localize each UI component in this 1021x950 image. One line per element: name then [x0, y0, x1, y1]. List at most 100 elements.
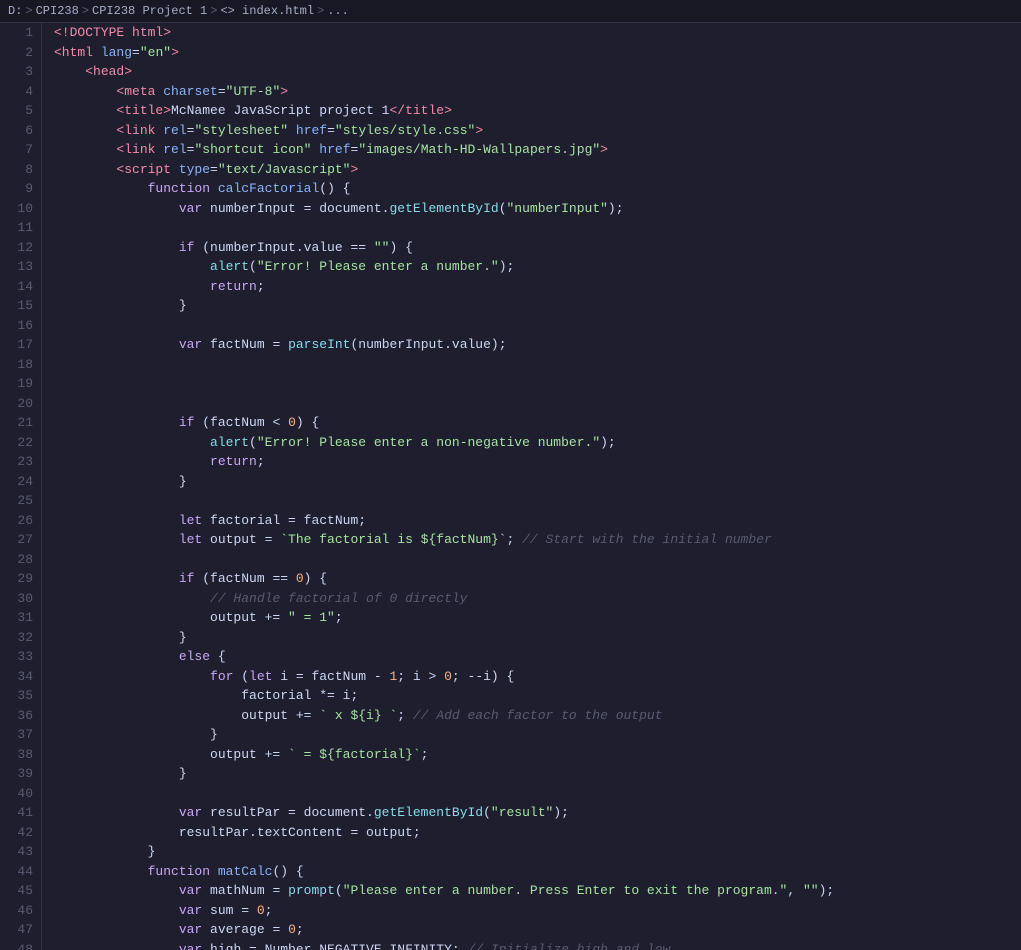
- code-line: [54, 355, 1021, 375]
- line-number: 27: [4, 530, 33, 550]
- line-number: 23: [4, 452, 33, 472]
- line-number: 31: [4, 608, 33, 628]
- line-number: 32: [4, 628, 33, 648]
- code-line: [54, 374, 1021, 394]
- code-line: if (factNum < 0) {: [54, 413, 1021, 433]
- code-line: if (factNum == 0) {: [54, 569, 1021, 589]
- line-number: 28: [4, 550, 33, 570]
- line-number: 46: [4, 901, 33, 921]
- line-number: 36: [4, 706, 33, 726]
- line-number: 22: [4, 433, 33, 453]
- code-line: for (let i = factNum - 1; i > 0; --i) {: [54, 667, 1021, 687]
- breadcrumb-item: D:: [8, 4, 22, 18]
- line-number: 3: [4, 62, 33, 82]
- line-number: 18: [4, 355, 33, 375]
- code-editor: 1234567891011121314151617181920212223242…: [0, 23, 1021, 950]
- line-number: 44: [4, 862, 33, 882]
- code-line: var factNum = parseInt(numberInput.value…: [54, 335, 1021, 355]
- code-line: [54, 218, 1021, 238]
- line-number: 39: [4, 764, 33, 784]
- line-number: 13: [4, 257, 33, 277]
- code-line: <script type="text/Javascript">: [54, 160, 1021, 180]
- code-line: function matCalc() {: [54, 862, 1021, 882]
- code-line: resultPar.textContent = output;: [54, 823, 1021, 843]
- line-number: 4: [4, 82, 33, 102]
- code-line: var average = 0;: [54, 920, 1021, 940]
- line-number: 12: [4, 238, 33, 258]
- code-line: output += ` = ${factorial}`;: [54, 745, 1021, 765]
- line-number: 16: [4, 316, 33, 336]
- line-number: 26: [4, 511, 33, 531]
- code-line: var numberInput = document.getElementByI…: [54, 199, 1021, 219]
- code-line: [54, 316, 1021, 336]
- line-number: 14: [4, 277, 33, 297]
- line-number: 20: [4, 394, 33, 414]
- code-line: return;: [54, 452, 1021, 472]
- line-number: 24: [4, 472, 33, 492]
- line-number: 11: [4, 218, 33, 238]
- line-number: 41: [4, 803, 33, 823]
- code-line: let output = `The factorial is ${factNum…: [54, 530, 1021, 550]
- code-line: }: [54, 725, 1021, 745]
- code-line: if (numberInput.value == "") {: [54, 238, 1021, 258]
- line-number: 17: [4, 335, 33, 355]
- line-number: 6: [4, 121, 33, 141]
- code-line: factorial *= i;: [54, 686, 1021, 706]
- line-number: 9: [4, 179, 33, 199]
- code-line: output += ` x ${i} `; // Add each factor…: [54, 706, 1021, 726]
- code-line: <html lang="en">: [54, 43, 1021, 63]
- code-line: else {: [54, 647, 1021, 667]
- line-number: 25: [4, 491, 33, 511]
- line-number: 15: [4, 296, 33, 316]
- code-line: return;: [54, 277, 1021, 297]
- code-line: [54, 394, 1021, 414]
- line-number: 37: [4, 725, 33, 745]
- breadcrumb-item: ...: [327, 4, 349, 18]
- code-line: }: [54, 296, 1021, 316]
- code-line: var mathNum = prompt("Please enter a num…: [54, 881, 1021, 901]
- code-line: var resultPar = document.getElementById(…: [54, 803, 1021, 823]
- breadcrumb-item: <> index.html: [220, 4, 314, 18]
- line-number: 8: [4, 160, 33, 180]
- code-line: [54, 784, 1021, 804]
- code-line: <head>: [54, 62, 1021, 82]
- code-line: var sum = 0;: [54, 901, 1021, 921]
- line-number: 7: [4, 140, 33, 160]
- line-number: 5: [4, 101, 33, 121]
- code-line: alert("Error! Please enter a number.");: [54, 257, 1021, 277]
- line-number: 42: [4, 823, 33, 843]
- line-number: 33: [4, 647, 33, 667]
- code-line: }: [54, 842, 1021, 862]
- code-line: }: [54, 764, 1021, 784]
- breadcrumb-item: CPI238: [36, 4, 79, 18]
- line-number: 48: [4, 940, 33, 950]
- code-line: }: [54, 472, 1021, 492]
- line-number-gutter: 1234567891011121314151617181920212223242…: [0, 23, 42, 950]
- code-line: let factorial = factNum;: [54, 511, 1021, 531]
- code-line: [54, 491, 1021, 511]
- code-line: function calcFactorial() {: [54, 179, 1021, 199]
- line-number: 21: [4, 413, 33, 433]
- line-number: 30: [4, 589, 33, 609]
- line-number: 45: [4, 881, 33, 901]
- line-number: 35: [4, 686, 33, 706]
- line-number: 1: [4, 23, 33, 43]
- code-line: <link rel="stylesheet" href="styles/styl…: [54, 121, 1021, 141]
- code-line: alert("Error! Please enter a non-negativ…: [54, 433, 1021, 453]
- line-number: 29: [4, 569, 33, 589]
- breadcrumb-bar: D:>CPI238>CPI238 Project 1><> index.html…: [0, 0, 1021, 23]
- line-number: 2: [4, 43, 33, 63]
- code-line: <link rel="shortcut icon" href="images/M…: [54, 140, 1021, 160]
- code-line: // Handle factorial of 0 directly: [54, 589, 1021, 609]
- line-number: 47: [4, 920, 33, 940]
- line-number: 43: [4, 842, 33, 862]
- code-content[interactable]: <!DOCTYPE html><html lang="en"> <head> <…: [42, 23, 1021, 950]
- code-line: }: [54, 628, 1021, 648]
- code-line: <title>McNamee JavaScript project 1</tit…: [54, 101, 1021, 121]
- code-line: var high = Number.NEGATIVE_INFINITY; // …: [54, 940, 1021, 950]
- code-line: output += " = 1";: [54, 608, 1021, 628]
- line-number: 34: [4, 667, 33, 687]
- line-number: 38: [4, 745, 33, 765]
- breadcrumb-item: CPI238 Project 1: [92, 4, 207, 18]
- line-number: 40: [4, 784, 33, 804]
